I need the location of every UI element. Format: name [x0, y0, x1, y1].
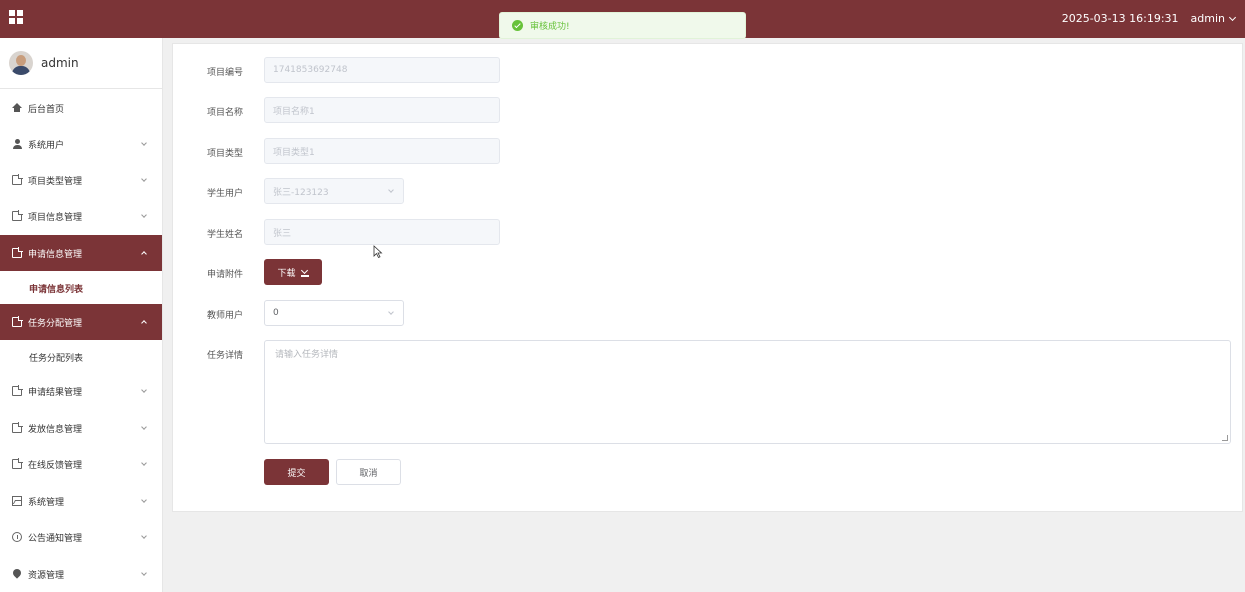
- sidebar-item-label: 申请信息管理: [28, 249, 83, 260]
- project-name-label: 项目名称: [207, 108, 244, 118]
- chevron-down-icon: [141, 140, 147, 146]
- document-icon: [12, 422, 23, 433]
- sidebar-item-label: 发放信息管理: [28, 424, 83, 435]
- avatar: [9, 51, 33, 75]
- sidebar: admin 后台首页 系统用户 项目类型管理 项目信息管理 申请信息管理 申请信…: [0, 38, 163, 592]
- sidebar-item-application-results[interactable]: 申请结果管理: [0, 373, 162, 409]
- home-icon: [12, 103, 22, 113]
- sidebar-subitem-application-list[interactable]: 申请信息列表: [0, 271, 162, 305]
- toast-message: 审核成功!: [530, 22, 570, 32]
- success-check-icon: [512, 20, 523, 31]
- sidebar-item-project-info[interactable]: 项目信息管理: [0, 198, 162, 234]
- sidebar-subitem-task-list[interactable]: 任务分配列表: [0, 340, 162, 374]
- sidebar-item-label: 申请结果管理: [28, 387, 83, 398]
- task-detail-label: 任务详情: [207, 351, 244, 361]
- sidebar-item-task-assignment[interactable]: 任务分配管理: [0, 304, 162, 340]
- document-icon: [12, 385, 23, 396]
- document-icon: [12, 316, 23, 327]
- student-user-label: 学生用户: [207, 189, 244, 199]
- sidebar-item-announcements[interactable]: 公告通知管理: [0, 519, 162, 555]
- teacher-user-select[interactable]: 0: [264, 300, 404, 326]
- chevron-down-icon: [1228, 13, 1237, 21]
- info-icon: [12, 532, 22, 542]
- sidebar-item-label: 任务分配管理: [28, 318, 83, 329]
- teacher-user-value: 0: [273, 308, 279, 318]
- form-card: 项目编号 1741853692748 项目名称 项目名称1 项目类型 项目类型1…: [172, 43, 1243, 512]
- document-icon: [12, 247, 23, 258]
- sidebar-item-label: 项目类型管理: [28, 176, 83, 187]
- student-name-label: 学生姓名: [207, 230, 244, 240]
- user-name: admin: [1190, 12, 1225, 25]
- sidebar-item-system-management[interactable]: 系统管理: [0, 483, 162, 519]
- chevron-down-icon: [141, 570, 147, 576]
- chevron-down-icon: [388, 309, 394, 315]
- sidebar-item-application-info[interactable]: 申请信息管理: [0, 235, 162, 271]
- chevron-down-icon: [388, 187, 394, 193]
- download-icon: [300, 268, 309, 277]
- project-type-input: 项目类型1: [264, 138, 500, 164]
- user-icon: [12, 139, 22, 149]
- profile-name: admin: [41, 56, 79, 70]
- chevron-down-icon: [141, 176, 147, 182]
- resize-handle[interactable]: [1222, 435, 1228, 441]
- submit-button[interactable]: 提交: [264, 459, 329, 485]
- sidebar-item-resources[interactable]: 资源管理: [0, 556, 162, 592]
- sidebar-item-project-types[interactable]: 项目类型管理: [0, 162, 162, 198]
- document-icon: [12, 174, 23, 185]
- student-name-input: 张三: [264, 219, 500, 245]
- image-icon: [12, 496, 22, 506]
- download-button[interactable]: 下载: [264, 259, 322, 285]
- document-icon: [12, 210, 23, 221]
- sidebar-item-label: 任务分配列表: [29, 353, 84, 364]
- mouse-cursor: [373, 236, 383, 259]
- sidebar-item-label: 系统管理: [28, 497, 65, 508]
- project-type-label: 项目类型: [207, 149, 244, 159]
- sidebar-item-label: 公告通知管理: [28, 533, 83, 544]
- download-button-label: 下载: [277, 268, 296, 279]
- project-no-label: 项目编号: [207, 68, 244, 78]
- chevron-down-icon: [141, 424, 147, 430]
- student-user-select: 张三-123123: [264, 178, 404, 204]
- chevron-down-icon: [141, 497, 147, 503]
- chevron-down-icon: [141, 212, 147, 218]
- pin-icon: [12, 569, 22, 579]
- profile: admin: [0, 38, 162, 89]
- success-toast: 审核成功!: [499, 12, 746, 39]
- chevron-down-icon: [141, 533, 147, 539]
- project-no-input: 1741853692748: [264, 57, 500, 83]
- document-icon: [12, 458, 23, 469]
- chevron-down-icon: [141, 387, 147, 393]
- sidebar-item-label: 后台首页: [28, 104, 65, 115]
- sidebar-item-online-feedback[interactable]: 在线反馈管理: [0, 446, 162, 482]
- student-user-value: 张三-123123: [273, 187, 329, 198]
- sidebar-item-label: 在线反馈管理: [28, 460, 83, 471]
- sidebar-item-distribution-info[interactable]: 发放信息管理: [0, 410, 162, 446]
- chevron-up-icon: [141, 320, 147, 326]
- sidebar-item-label: 项目信息管理: [28, 212, 83, 223]
- attachment-label: 申请附件: [207, 270, 244, 280]
- datetime: 2025-03-13 16:19:31: [1061, 12, 1179, 25]
- teacher-user-label: 教师用户: [207, 311, 244, 321]
- sidebar-item-system-users[interactable]: 系统用户: [0, 126, 162, 162]
- chevron-up-icon: [141, 251, 147, 257]
- sidebar-item-label: 申请信息列表: [29, 284, 84, 295]
- project-name-input: 项目名称1: [264, 97, 500, 123]
- chevron-down-icon: [141, 460, 147, 466]
- grid-menu-icon[interactable]: [9, 10, 24, 25]
- cancel-button[interactable]: 取消: [336, 459, 401, 485]
- task-detail-textarea[interactable]: 请输入任务详情: [264, 340, 1231, 444]
- sidebar-item-home[interactable]: 后台首页: [0, 90, 162, 126]
- top-right: 2025-03-13 16:19:31 admin: [1061, 12, 1237, 25]
- task-detail-placeholder: 请输入任务详情: [275, 350, 339, 360]
- sidebar-item-label: 系统用户: [28, 140, 65, 151]
- sidebar-item-label: 资源管理: [28, 570, 65, 581]
- user-menu[interactable]: admin: [1190, 12, 1237, 25]
